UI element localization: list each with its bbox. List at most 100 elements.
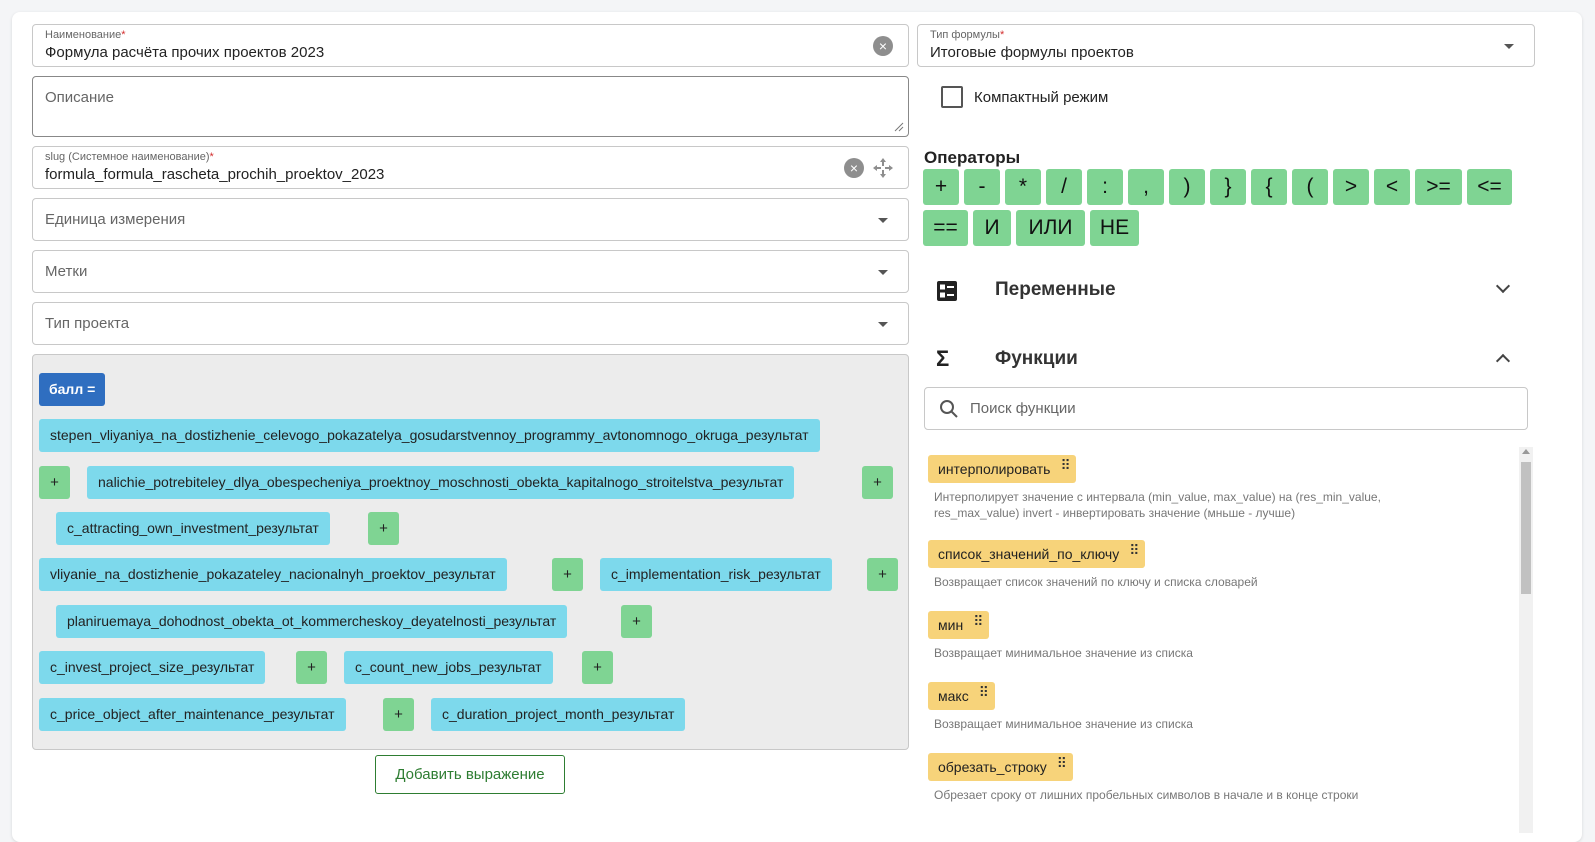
operator-colon[interactable]: : — [1087, 169, 1123, 205]
operator-multiply[interactable]: * — [1005, 169, 1041, 205]
chevron-up-icon — [1495, 353, 1511, 369]
unit-select[interactable]: Единица измерения — [32, 198, 909, 241]
chevron-down-icon — [878, 270, 888, 275]
function-chip[interactable]: мин ⠿ — [928, 611, 990, 639]
function-item: список_значений_по_ключу ⠿ Возвращает спи… — [928, 540, 1458, 590]
chevron-down-icon — [878, 322, 888, 327]
variable-chip[interactable]: nalichie_potrebiteley_dlya_obespecheniya… — [87, 466, 795, 499]
tags-placeholder: Метки — [45, 263, 88, 280]
function-item: интерполировать ⠿ Интерполирует значение … — [928, 455, 1458, 521]
operator-comma[interactable]: , — [1128, 169, 1164, 205]
function-description: Возвращает список значений по ключу и сп… — [934, 575, 1258, 589]
plus-operator-chip[interactable]: + — [552, 558, 583, 591]
variable-chip[interactable]: c_invest_project_size_результат — [39, 651, 266, 684]
drag-handle-icon[interactable]: ⠿ — [1129, 543, 1139, 562]
functions-section-title: Функции — [995, 348, 1078, 369]
drag-handle-icon[interactable]: ⠿ — [1057, 756, 1067, 775]
resize-handle-icon[interactable] — [894, 122, 904, 132]
function-description: Возвращает минимальное значение из списк… — [934, 717, 1193, 731]
variable-chip[interactable]: c_implementation_risk_результат — [600, 558, 832, 591]
required-marker: * — [121, 29, 126, 41]
project-type-select[interactable]: Тип проекта — [32, 302, 909, 345]
scroll-up-arrow-icon[interactable] — [1522, 449, 1530, 454]
slug-field[interactable]: slug (Системное наименование)* formula_f… — [32, 146, 909, 189]
plus-operator-chip[interactable]: + — [867, 558, 898, 591]
drag-handle-icon[interactable]: ⠿ — [973, 614, 983, 633]
plus-operator-chip[interactable]: + — [296, 651, 327, 684]
plus-operator-chip[interactable]: + — [621, 605, 652, 638]
operator-greater[interactable]: > — [1333, 169, 1369, 205]
add-expression-button[interactable]: Добавить выражение — [375, 755, 565, 794]
generate-slug-icon[interactable] — [871, 156, 895, 180]
operator-equal[interactable]: == — [923, 210, 968, 246]
function-chip[interactable]: список_значений_по_ключу ⠿ — [928, 540, 1146, 568]
required-marker: * — [209, 151, 214, 163]
operator-greater-equal[interactable]: >= — [1415, 169, 1462, 205]
scrollbar-thumb[interactable] — [1521, 462, 1531, 594]
operator-less-equal[interactable]: <= — [1467, 169, 1512, 205]
operator-minus[interactable]: - — [964, 169, 1000, 205]
chevron-down-icon — [1504, 44, 1514, 49]
operator-close-brace[interactable]: } — [1210, 169, 1246, 205]
clear-icon[interactable]: × — [844, 158, 864, 178]
chevron-down-icon — [1495, 278, 1511, 294]
variable-chip[interactable]: vliyanie_na_dostizhenie_pokazateley_naci… — [39, 558, 507, 591]
operator-close-paren[interactable]: ) — [1169, 169, 1205, 205]
drag-handle-icon[interactable]: ⠿ — [979, 685, 989, 704]
function-name: обрезать_строку — [938, 759, 1047, 775]
tags-select[interactable]: Метки — [32, 250, 909, 293]
slug-label: slug (Системное наименование) — [45, 151, 210, 163]
formula-type-select[interactable]: Тип формулы* Итоговые формулы проектов — [917, 24, 1535, 67]
name-field[interactable]: Наименование* Формула расчёта прочих про… — [32, 24, 909, 67]
name-label: Наименование — [45, 29, 122, 41]
operator-and[interactable]: И — [973, 210, 1011, 246]
search-icon — [940, 400, 958, 418]
expression-area[interactable]: балл = stepen_vliyaniya_na_dostizhenie_c… — [32, 354, 909, 750]
plus-operator-chip[interactable]: + — [368, 512, 399, 545]
function-name: макс — [938, 688, 969, 704]
operator-less[interactable]: < — [1374, 169, 1410, 205]
operator-not[interactable]: НЕ — [1090, 210, 1139, 246]
function-name: мин — [938, 617, 964, 633]
function-description: Интерполирует значение с интервала (min_… — [934, 490, 1381, 520]
variables-section-title: Переменные — [995, 279, 1116, 300]
variable-chip[interactable]: stepen_vliyaniya_na_dostizhenie_celevogo… — [39, 419, 820, 452]
function-chip[interactable]: интерполировать ⠿ — [928, 455, 1077, 483]
function-chip[interactable]: макс ⠿ — [928, 682, 995, 710]
project-type-placeholder: Тип проекта — [45, 315, 130, 332]
variable-chip[interactable]: c_attracting_own_investment_результат — [56, 512, 330, 545]
function-item: обрезать_строку ⠿ Обрезает сроку от лишни… — [928, 753, 1458, 803]
variable-chip[interactable]: c_price_object_after_maintenance_результ… — [39, 698, 346, 731]
function-description: Обрезает сроку от лишних пробельных симв… — [934, 788, 1359, 802]
functions-section-header[interactable]: Σ Функции — [924, 336, 1528, 384]
variable-chip[interactable]: c_duration_project_month_результат — [431, 698, 686, 731]
function-chip[interactable]: обрезать_строку ⠿ — [928, 753, 1073, 781]
function-name: интерполировать — [938, 461, 1051, 477]
description-field[interactable]: Описание — [32, 76, 909, 137]
operator-or[interactable]: ИЛИ — [1016, 210, 1085, 246]
function-list: интерполировать ⠿ Интерполирует значение … — [924, 443, 1535, 833]
variables-section-header[interactable]: Переменные — [924, 267, 1528, 315]
sigma-icon: Σ — [936, 346, 950, 371]
chevron-down-icon — [878, 218, 888, 223]
function-description: Возвращает минимальное значение из списк… — [934, 646, 1193, 660]
function-item: макс ⠿ Возвращает минимальное значение из… — [928, 682, 1458, 732]
operator-divide[interactable]: / — [1046, 169, 1082, 205]
operator-open-brace[interactable]: { — [1251, 169, 1287, 205]
plus-operator-chip[interactable]: + — [582, 651, 613, 684]
plus-operator-chip[interactable]: + — [862, 466, 893, 499]
formula-type-label: Тип формулы — [930, 29, 1000, 41]
plus-operator-chip[interactable]: + — [39, 466, 70, 499]
operator-plus[interactable]: + — [923, 169, 959, 205]
drag-handle-icon[interactable]: ⠿ — [1060, 458, 1070, 477]
formula-type-value: Итоговые формулы проектов — [930, 44, 1134, 61]
function-search-input[interactable]: Поиск функции — [924, 387, 1528, 430]
clear-icon[interactable]: × — [873, 36, 893, 56]
variable-chip[interactable]: c_count_new_jobs_результат — [344, 651, 553, 684]
plus-operator-chip[interactable]: + — [383, 698, 414, 731]
compact-mode-checkbox[interactable] — [941, 86, 963, 108]
variable-chip[interactable]: planiruemaya_dohodnost_obekta_ot_kommerc… — [56, 605, 568, 638]
score-chip[interactable]: балл = — [39, 373, 106, 406]
operator-open-paren[interactable]: ( — [1292, 169, 1328, 205]
function-name: список_значений_по_ключу — [938, 546, 1120, 562]
